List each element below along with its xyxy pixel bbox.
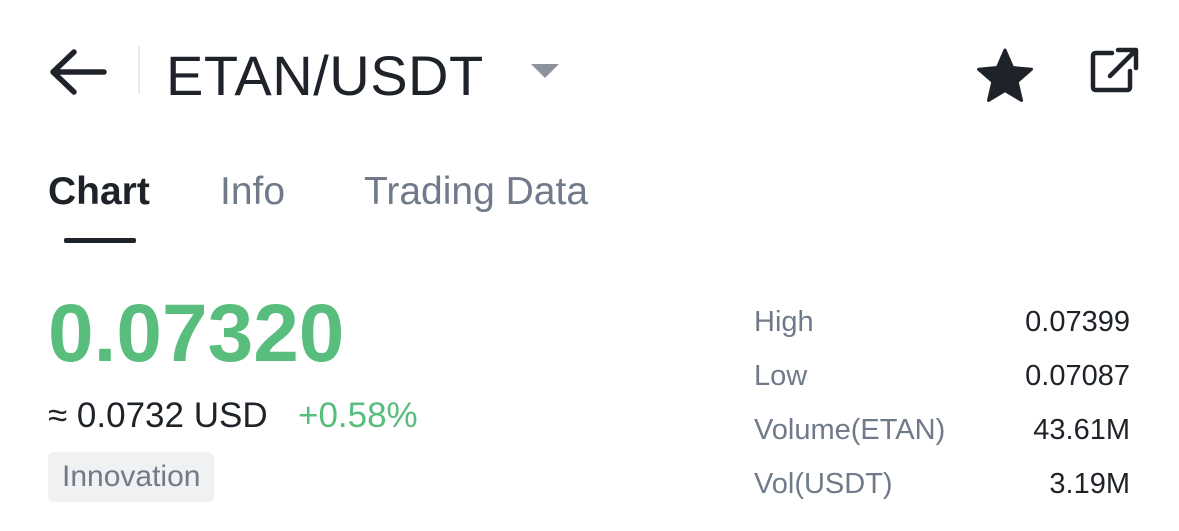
caret-down-icon[interactable] bbox=[528, 58, 562, 84]
price-change-percent: +0.58% bbox=[298, 396, 418, 435]
stat-value-volume-base: 43.61M bbox=[1033, 414, 1130, 446]
stat-label-high: High bbox=[754, 306, 814, 338]
last-price: 0.07320 bbox=[48, 288, 345, 379]
star-icon[interactable] bbox=[974, 46, 1036, 104]
tab-trading-data[interactable]: Trading Data bbox=[364, 166, 588, 218]
stat-value-low: 0.07087 bbox=[1025, 360, 1130, 392]
tab-chart[interactable]: Chart bbox=[48, 166, 150, 218]
pair-title[interactable]: ETAN/USDT bbox=[166, 40, 484, 112]
tab-info[interactable]: Info bbox=[220, 166, 285, 218]
back-arrow-icon[interactable] bbox=[46, 44, 110, 100]
stat-label-volume-quote: Vol(USDT) bbox=[754, 468, 893, 500]
active-tab-indicator bbox=[64, 238, 136, 243]
stat-label-low: Low bbox=[754, 360, 808, 392]
usd-equivalent: ≈ 0.0732 USD bbox=[48, 396, 268, 435]
stat-label-volume-base: Volume(ETAN) bbox=[754, 414, 946, 446]
external-link-icon[interactable] bbox=[1088, 46, 1140, 94]
innovation-tag[interactable]: Innovation bbox=[48, 452, 215, 502]
header-divider bbox=[138, 46, 140, 94]
stat-value-high: 0.07399 bbox=[1025, 306, 1130, 338]
stat-value-volume-quote: 3.19M bbox=[1049, 468, 1130, 500]
pair-detail-page: ETAN/USDT Chart Info Trading Data 0.0732… bbox=[0, 0, 1179, 531]
